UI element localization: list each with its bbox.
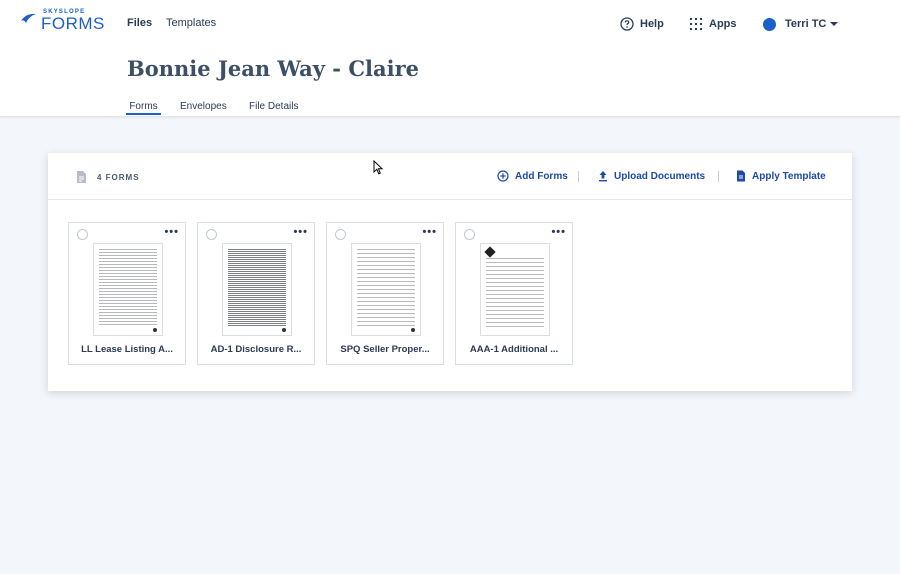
top-header: SKYSLOPE FORMS Files Templates Help Apps… (0, 0, 900, 117)
plus-circle-icon (497, 170, 509, 182)
template-icon (737, 170, 745, 182)
avatar (763, 17, 776, 31)
apps-button[interactable]: Apps (690, 16, 737, 32)
select-radio[interactable] (464, 229, 475, 240)
help-label: Help (640, 18, 664, 30)
form-name: AAA-1 Additional ... (469, 344, 559, 355)
user-name: Terri TC (785, 18, 827, 30)
form-thumbnail (222, 243, 292, 336)
form-thumbnail (351, 243, 421, 336)
select-radio[interactable] (206, 229, 217, 240)
apps-label: Apps (709, 18, 737, 30)
user-menu[interactable]: Terri TC (763, 16, 839, 32)
form-name: LL Lease Listing A... (81, 344, 173, 355)
more-options-icon[interactable]: ••• (551, 227, 566, 238)
forms-count: 4 FORMS (76, 170, 140, 184)
form-thumbnail (480, 243, 550, 336)
tab-forms[interactable]: Forms (126, 101, 161, 115)
apply-template-label: Apply Template (752, 170, 826, 182)
upload-documents-label: Upload Documents (614, 170, 706, 182)
forms-card: 4 FORMS Add Forms Upload Documents Apply… (48, 153, 852, 391)
action-divider (578, 171, 579, 182)
apply-template-button[interactable]: Apply Template (736, 170, 826, 182)
form-tile[interactable]: ••• AAA-1 Additional ... (455, 222, 573, 365)
select-radio[interactable] (335, 229, 346, 240)
logo-swoosh-icon (21, 13, 36, 23)
form-tile[interactable]: ••• AD-1 Disclosure R... (197, 222, 315, 365)
logo-main-text: FORMS (41, 14, 105, 33)
document-icon (77, 171, 86, 183)
forms-card-header: 4 FORMS Add Forms Upload Documents Apply… (48, 153, 852, 200)
page-title: Bonnie Jean Way - Claire (127, 56, 420, 81)
form-thumbnail (93, 243, 163, 336)
form-tile[interactable]: ••• SPQ Seller Proper... (326, 222, 444, 365)
forms-count-label: 4 FORMS (97, 172, 140, 182)
more-options-icon[interactable]: ••• (164, 227, 179, 238)
add-forms-button[interactable]: Add Forms (497, 170, 568, 182)
tab-file-details[interactable]: File Details (249, 101, 298, 112)
help-icon (620, 17, 634, 31)
form-tile[interactable]: ••• LL Lease Listing A... (68, 222, 186, 365)
upload-documents-button[interactable]: Upload Documents (598, 170, 705, 182)
nav-files[interactable]: Files (127, 17, 152, 29)
nav-templates[interactable]: Templates (166, 17, 216, 29)
chevron-down-icon (830, 22, 839, 26)
apps-grid-icon (690, 18, 702, 30)
action-divider (718, 171, 719, 182)
mouse-cursor-icon (373, 160, 383, 175)
more-options-icon[interactable]: ••• (422, 227, 437, 238)
form-name: SPQ Seller Proper... (340, 344, 430, 355)
tab-envelopes[interactable]: Envelopes (180, 101, 227, 112)
help-button[interactable]: Help (620, 16, 664, 32)
form-name: AD-1 Disclosure R... (210, 344, 302, 355)
add-forms-label: Add Forms (515, 170, 568, 182)
more-options-icon[interactable]: ••• (293, 227, 308, 238)
upload-icon (599, 171, 607, 182)
select-radio[interactable] (77, 229, 88, 240)
skyslope-forms-logo[interactable]: SKYSLOPE FORMS (20, 9, 105, 33)
